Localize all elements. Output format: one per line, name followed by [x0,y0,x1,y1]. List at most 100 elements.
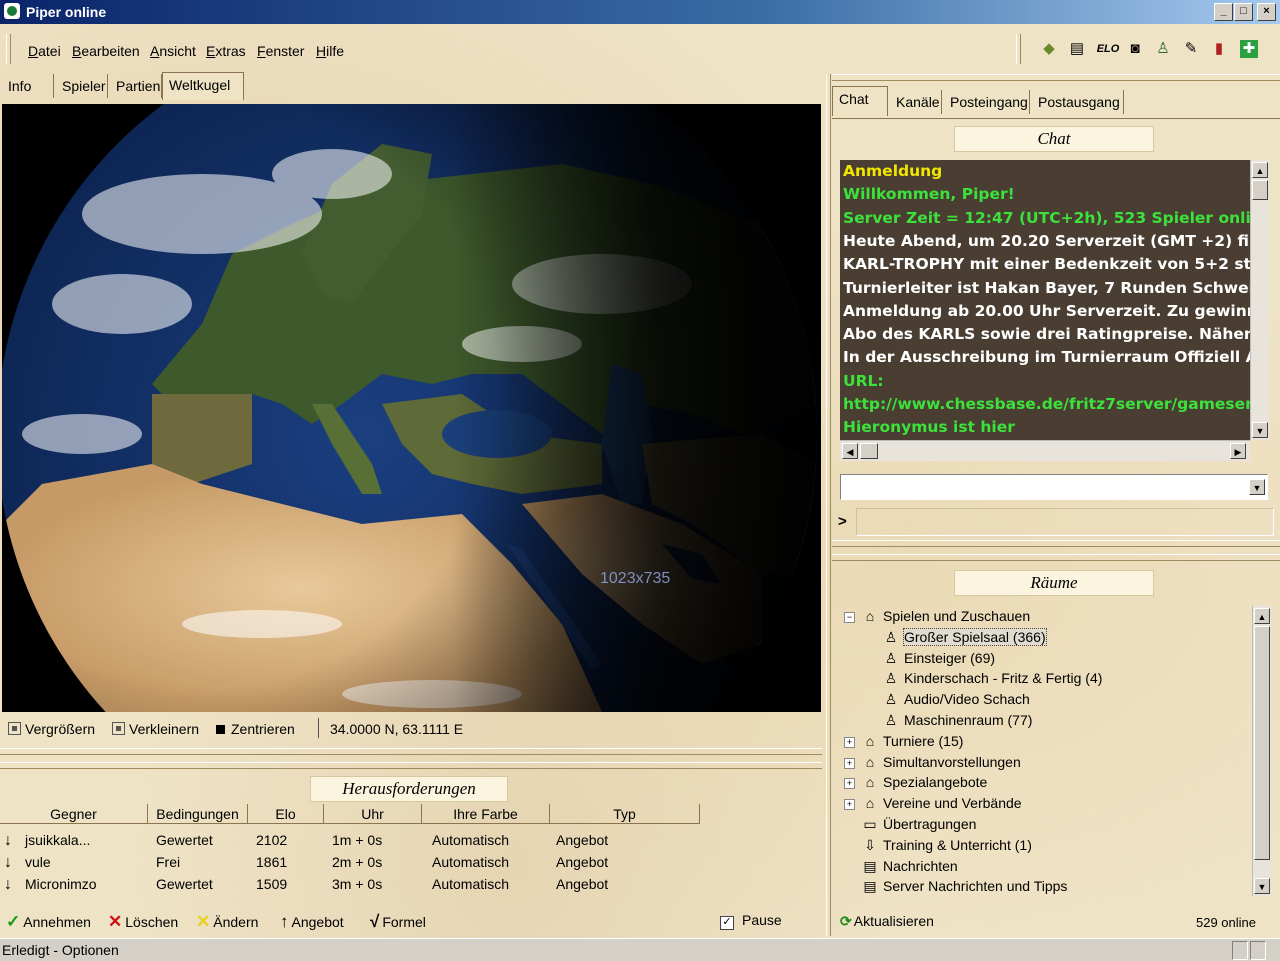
room-item[interactable]: ♙ Einsteiger (69) [882,650,995,667]
room-item[interactable]: ♙ Maschinenraum (77) [882,712,1033,729]
expander-icon[interactable]: − [844,612,855,623]
col-gegner[interactable]: Gegner [0,804,148,824]
room-item[interactable]: ♙ Großer Spielsaal (366) [882,627,1047,646]
scroll-left-icon[interactable]: ◀ [842,443,858,459]
table-row[interactable]: ↓ vule Frei 1861 2m + 0s Automatisch Ang… [0,852,822,874]
tab-posteingang[interactable]: Posteingang [944,90,1030,114]
room-item[interactable]: ♙ Audio/Video Schach [882,691,1030,708]
accept-button[interactable]: ✓ Annehmen [6,912,91,932]
chat-log[interactable]: Anmeldung Willkommen, Piper! Server Zeit =… [840,160,1250,440]
col-typ[interactable]: Typ [550,804,700,824]
room-label: Großer Spielsaal (366) [903,627,1047,646]
room-item[interactable]: + ⌂ Spezialangebote [844,774,987,790]
tab-spieler[interactable]: Spieler [56,74,108,98]
tab-partien[interactable]: Partien [110,74,162,98]
col-uhr[interactable]: Uhr [324,804,422,824]
menu-datei[interactable]: Datei [28,43,61,59]
vertical-splitter[interactable] [826,74,831,936]
dropdown-arrow-icon[interactable]: ▼ [1249,479,1265,495]
chat-input[interactable] [856,508,1274,536]
tab-kanaele[interactable]: Kanäle [890,90,942,114]
formula-icon: √ [370,912,380,931]
menu-bearbeiten[interactable]: Bearbeiten [72,43,140,59]
room-item[interactable]: ▭ Übertragungen [844,816,976,833]
expander-icon[interactable]: + [844,736,855,748]
room-item[interactable]: ♙ Kinderschach - Fritz & Fertig (4) [882,670,1103,687]
menu-extras[interactable]: Extras [206,43,246,59]
offer-button[interactable]: ↑ Angebot [280,912,344,932]
room-item[interactable]: + ⌂ Vereine und Verbände [844,795,1022,811]
chat-message: Anmeldung [843,162,943,180]
col-bedingungen[interactable]: Bedingungen [148,804,248,824]
change-label: Ändern [213,914,259,930]
tab-info[interactable]: Info [2,74,54,98]
rooms-scroll-thumb[interactable] [1254,626,1270,860]
table-row[interactable]: ↓ jsuikkala... Gewertet 2102 1m + 0s Aut… [0,830,822,852]
tab-chat[interactable]: Chat [832,86,888,116]
zoom-out-button[interactable]: Verkleinern [112,721,199,737]
room-label: Kinderschach - Fritz & Fertig (4) [904,670,1103,687]
chart-icon[interactable]: ▮ [1210,40,1228,58]
right-splitter[interactable] [832,540,1280,547]
pause-label: Pause [742,912,782,928]
rooms-tree[interactable]: − ⌂ Spielen und Zuschauen ♙ Großer Spielsaal… [840,606,1252,896]
scroll-thumb[interactable] [1252,180,1268,200]
pawn-icon: ♙ [884,712,898,728]
grid-icon[interactable]: ✚ [1240,40,1258,58]
room-item[interactable]: ⇩ Training & Unterricht (1) [844,837,1032,854]
elo-icon[interactable]: ELO [1096,40,1120,58]
chat-channel-select[interactable]: ▼ [840,474,1268,500]
database-icon[interactable]: ◆ [1040,40,1058,58]
col-ihre-farbe[interactable]: Ihre Farbe [422,804,550,824]
zoom-in-button[interactable]: Vergrößern [8,721,95,737]
menu-ansicht[interactable]: Ansicht [150,43,196,59]
minimize-button[interactable]: _ [1214,3,1233,21]
globe-view[interactable]: 1023x735 [2,104,821,712]
refresh-button[interactable]: ⟳ Aktualisieren [840,913,934,930]
maximize-button[interactable]: □ [1234,3,1253,21]
rooms-scroll-down-icon[interactable]: ▼ [1254,878,1270,894]
camera-icon[interactable]: ◙ [1126,40,1144,58]
scroll-right-icon[interactable]: ▶ [1230,443,1246,459]
room-item[interactable]: ▤ Server Nachrichten und Tipps [844,878,1067,895]
room-item[interactable]: ▤ Nachrichten [844,858,957,875]
expander-icon[interactable]: + [844,778,855,790]
tab-weltkugel[interactable]: Weltkugel [162,72,244,100]
table-row[interactable]: ↓ Micronimzo Gewertet 1509 3m + 0s Autom… [0,874,822,896]
room-item[interactable]: + ⌂ Simultanvorstellungen [844,754,1021,770]
expander-icon[interactable]: + [844,799,855,811]
menu-hilfe[interactable]: Hilfe [316,43,344,59]
player-icon[interactable]: ♙ [1154,40,1172,58]
room-item[interactable]: + ⌂ Turniere (15) [844,733,963,749]
cell-type: Angebot [556,854,609,870]
home-icon: ⌂ [865,608,875,624]
rooms-vscrollbar[interactable]: ▲ ▼ [1252,606,1271,896]
center-button[interactable]: Zentrieren [216,721,295,737]
room-item[interactable]: − ⌂ Spielen und Zuschauen [844,608,1030,624]
scroll-up-icon[interactable]: ▲ [1252,162,1268,178]
edit-icon[interactable]: ✎ [1182,40,1200,58]
hscroll-thumb[interactable] [860,443,878,459]
broadcast-icon: ▭ [863,816,877,832]
chat-message: Willkommen, Piper! [843,185,1015,204]
menu-fenster[interactable]: Fenster [257,43,304,59]
accept-label: Annehmen [23,914,91,930]
checkbox-icon: ✓ [720,916,734,930]
rooms-scroll-up-icon[interactable]: ▲ [1254,608,1270,624]
chat-vscrollbar[interactable]: ▲ ▼ [1250,160,1269,440]
delete-button[interactable]: ✕ Löschen [108,912,178,932]
pawn-icon: ♙ [884,628,898,645]
expander-icon[interactable]: + [844,757,855,769]
chat-hscrollbar[interactable]: ◀ ▶ [840,440,1250,461]
rooms-header: Räume [954,570,1154,596]
scroll-down-icon[interactable]: ▼ [1252,422,1268,438]
pause-checkbox[interactable]: ✓ Pause [720,912,782,930]
training-icon: ⇩ [864,836,876,853]
change-button[interactable]: ✕ Ändern [196,912,258,932]
formula-button[interactable]: √ Formel [370,912,426,932]
document-icon[interactable]: ▤ [1068,40,1086,58]
left-splitter[interactable] [0,748,822,755]
close-button[interactable]: × [1257,3,1276,21]
col-elo[interactable]: Elo [248,804,324,824]
tab-postausgang[interactable]: Postausgang [1032,90,1124,114]
